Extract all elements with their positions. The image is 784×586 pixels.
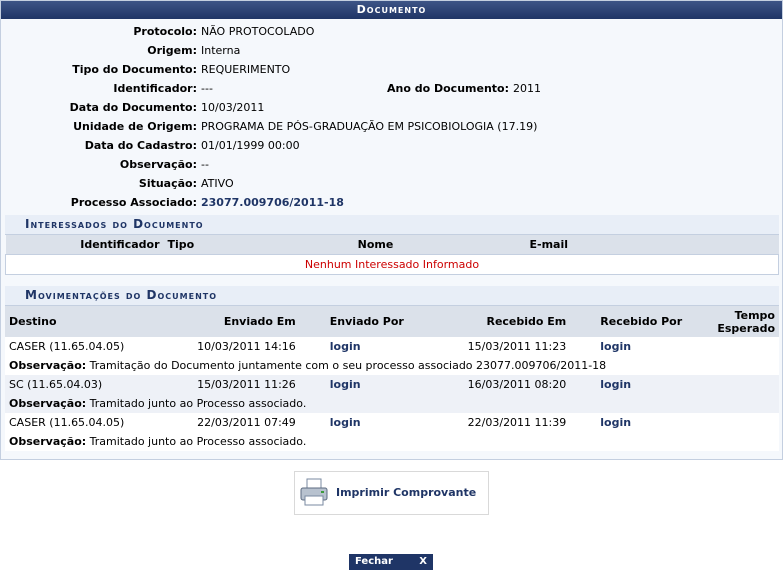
interessados-table: Identificador Tipo Nome E-mail Nenhum In…: [5, 235, 779, 275]
row-situacao: Situação: ATIVO: [1, 174, 784, 193]
interessados-empty-row: Nenhum Interessado Informado: [5, 254, 779, 275]
movimentacoes-header: Destino Enviado Em Enviado Por Recebido …: [5, 306, 779, 337]
value-unidade: PROGRAMA DE PÓS-GRADUAÇÃO EM PSICOBIOLOG…: [201, 120, 538, 133]
th-tipo: Tipo: [163, 235, 282, 255]
value-origem: Interna: [201, 44, 241, 57]
recebido-por-link[interactable]: login: [600, 340, 631, 353]
panel-title: Documento: [1, 1, 782, 19]
label-cadastro: Data do Cadastro:: [84, 139, 197, 152]
row-tipo: Tipo do Documento: REQUERIMENTO: [1, 60, 784, 79]
movimentacoes-table: Destino Enviado Em Enviado Por Recebido …: [5, 306, 779, 451]
th-nome: Nome: [281, 235, 470, 255]
interessados-header: Identificador Tipo Nome E-mail: [5, 235, 779, 255]
interessados-title: Interessados do Documento: [5, 215, 779, 235]
label-origem: Origem:: [147, 44, 197, 57]
th-identificador: Identificador: [5, 235, 164, 255]
enviado-por-link[interactable]: login: [330, 378, 361, 391]
cell-destino: CASER (11.65.04.05): [9, 416, 125, 429]
th-tempo-esperado: Tempo Esperado: [713, 306, 779, 337]
empty-message: Nenhum Interessado Informado: [5, 254, 779, 275]
label-processo: Processo Associado:: [70, 196, 197, 209]
cell-destino: CASER (11.65.04.05): [9, 340, 125, 353]
print-receipt-button[interactable]: Imprimir Comprovante: [294, 471, 489, 515]
label-data: Data do Documento:: [69, 101, 197, 114]
close-icon: X: [419, 556, 427, 567]
th-destino: Destino: [5, 306, 192, 337]
row-observacao: Observação: --: [1, 155, 784, 174]
obs-text: Tramitado junto ao Processo associado.: [89, 397, 307, 410]
processo-link[interactable]: 23077.009706/2011-18: [201, 193, 344, 212]
cell-recebido-em: 16/03/2011 08:20: [467, 378, 567, 391]
obs-label: Observação:: [9, 359, 87, 372]
label-situacao: Situação:: [138, 177, 197, 190]
enviado-por-link[interactable]: login: [330, 416, 361, 429]
label-ano: Ano do Documento:: [387, 82, 509, 95]
recebido-por-link[interactable]: login: [600, 416, 631, 429]
movimentacoes-title: Movimentações do Documento: [5, 286, 779, 306]
obs-text: Tramitado junto ao Processo associado.: [89, 435, 307, 448]
value-observacao: --: [201, 158, 209, 171]
value-ano: 2011: [513, 82, 541, 95]
th-enviado-por: Enviado Por: [299, 306, 453, 337]
value-tipo: REQUERIMENTO: [201, 63, 291, 76]
row-unidade: Unidade de Origem: PROGRAMA DE PÓS-GRADU…: [1, 117, 784, 136]
print-receipt-label: Imprimir Comprovante: [336, 486, 477, 499]
label-tipo: Tipo do Documento:: [72, 63, 197, 76]
row-data: Data do Documento: 10/03/2011: [1, 98, 784, 117]
observacao-row: Observação: Tramitação do Documento junt…: [5, 356, 779, 375]
cell-enviado-em: 22/03/2011 07:49: [197, 416, 296, 429]
value-identificador: ---: [201, 82, 213, 95]
th-recebido-por: Recebido Por: [570, 306, 714, 337]
row-processo: Processo Associado: 23077.009706/2011-18: [1, 193, 784, 212]
interessados-section: Interessados do Documento Identificador …: [5, 215, 779, 275]
row-identificador: Identificador: --- Ano do Documento: 201…: [1, 79, 784, 98]
movimentacoes-section: Movimentações do Documento Destino Envia…: [5, 286, 779, 451]
label-protocolo: Protocolo:: [133, 25, 197, 38]
cell-recebido-em: 22/03/2011 11:39: [467, 416, 567, 429]
obs-label: Observação:: [9, 435, 87, 448]
obs-label: Observação:: [9, 397, 87, 410]
cell-tempo: [713, 413, 779, 432]
document-properties: Protocolo: NÃO PROTOCOLADO Origem: Inter…: [1, 19, 782, 211]
cell-tempo: [713, 375, 779, 394]
label-observacao: Observação:: [119, 158, 197, 171]
table-row: CASER (11.65.04.05) 22/03/2011 07:49 log…: [5, 413, 779, 432]
value-protocolo: NÃO PROTOCOLADO: [201, 25, 315, 38]
label-unidade: Unidade de Origem:: [73, 120, 197, 133]
cell-enviado-em: 15/03/2011 11:26: [197, 378, 296, 391]
row-protocolo: Protocolo: NÃO PROTOCOLADO: [1, 22, 784, 41]
recebido-por-link[interactable]: login: [600, 378, 631, 391]
observacao-row: Observação: Tramitado junto ao Processo …: [5, 394, 779, 413]
cell-enviado-em: 10/03/2011 14:16: [197, 340, 296, 353]
label-identificador: Identificador:: [113, 82, 197, 95]
cell-recebido-em: 15/03/2011 11:23: [467, 340, 567, 353]
table-row: SC (11.65.04.03) 15/03/2011 11:26 login …: [5, 375, 779, 394]
close-label: Fechar: [355, 556, 393, 567]
value-cadastro: 01/01/1999 00:00: [201, 139, 300, 152]
row-origem: Origem: Interna: [1, 41, 784, 60]
cell-destino: SC (11.65.04.03): [9, 378, 103, 391]
document-panel: Documento Protocolo: NÃO PROTOCOLADO Ori…: [0, 0, 783, 460]
table-row: CASER (11.65.04.05) 10/03/2011 14:16 log…: [5, 337, 779, 356]
printer-icon: [299, 477, 329, 507]
cell-tempo: [713, 337, 779, 356]
row-cadastro: Data do Cadastro: 01/01/1999 00:00: [1, 136, 784, 155]
th-recebido-em: Recebido Em: [452, 306, 571, 337]
th-enviado-em: Enviado Em: [191, 306, 300, 337]
enviado-por-link[interactable]: login: [330, 340, 361, 353]
obs-text: Tramitação do Documento juntamente com o…: [89, 359, 607, 372]
close-button[interactable]: Fechar X: [349, 554, 433, 570]
observacao-row: Observação: Tramitado junto ao Processo …: [5, 432, 779, 451]
value-data: 10/03/2011: [201, 101, 265, 114]
value-situacao: ATIVO: [201, 177, 234, 190]
th-email: E-mail: [469, 235, 779, 255]
